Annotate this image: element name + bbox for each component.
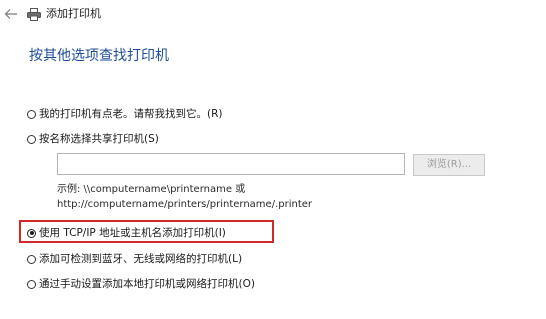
option-manual-setup-label: 通过手动设置添加本地打印机或网络打印机(O) (39, 278, 255, 290)
title-bar: 添加打印机 (0, 0, 546, 30)
radio-old-printer[interactable] (27, 109, 36, 119)
browse-button[interactable]: 浏览(R)... (413, 154, 485, 176)
back-arrow-icon[interactable] (4, 7, 18, 21)
example-line-2: http://computername/printers/printername… (57, 199, 313, 210)
window-title: 添加打印机 (46, 7, 101, 20)
radio-manual-setup[interactable] (27, 279, 36, 289)
shared-printer-name-input[interactable] (57, 153, 405, 175)
printer-icon (27, 8, 41, 21)
radio-tcpip[interactable] (27, 228, 36, 238)
option-bluetooth-wireless[interactable]: 添加可检测到蓝牙、无线或网络的打印机(L) (27, 252, 242, 266)
option-manual-setup[interactable]: 通过手动设置添加本地打印机或网络打印机(O) (27, 277, 255, 291)
option-old-printer[interactable]: 我的打印机有点老。请帮我找到它。(R) (27, 107, 223, 121)
option-bluetooth-wireless-label: 添加可检测到蓝牙、无线或网络的打印机(L) (39, 253, 243, 265)
page-heading: 按其他选项查找打印机 (29, 48, 169, 64)
example-line-1: 示例: \\computername\printername 或 (57, 184, 246, 195)
option-tcpip-label: 使用 TCP/IP 地址或主机名添加打印机(I) (39, 227, 226, 239)
radio-bluetooth-wireless[interactable] (27, 254, 36, 264)
option-old-printer-label: 我的打印机有点老。请帮我找到它。(R) (39, 108, 223, 120)
radio-shared-printer[interactable] (27, 134, 36, 144)
option-shared-printer-label: 按名称选择共享打印机(S) (39, 133, 159, 145)
option-tcpip[interactable]: 使用 TCP/IP 地址或主机名添加打印机(I) (27, 226, 226, 240)
option-shared-printer[interactable]: 按名称选择共享打印机(S) (27, 132, 159, 146)
